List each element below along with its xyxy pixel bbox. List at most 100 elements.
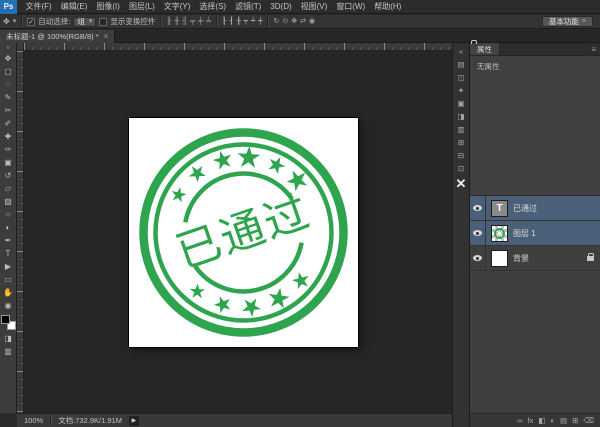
clone-stamp-tool[interactable]: ▣ <box>0 156 16 169</box>
dock-panel-icon-5[interactable]: ◨ <box>453 110 469 123</box>
brush-tool[interactable]: ✑ <box>0 143 16 156</box>
toolbar-collapse-icon[interactable]: » <box>0 44 16 52</box>
menu-filter[interactable]: 滤镜(T) <box>231 0 266 14</box>
layer-row-text[interactable]: T 已通过 <box>470 196 600 221</box>
3d-roll-icon[interactable]: ⊙ <box>282 16 288 28</box>
align-bottom-icon[interactable]: ╧ <box>206 16 211 28</box>
dock-panel-icon-7[interactable]: ⊞ <box>453 136 469 149</box>
divider <box>50 416 52 425</box>
layer-row-image[interactable]: 图层 1 <box>470 221 600 246</box>
new-layer-icon[interactable]: ⊞ <box>572 416 578 425</box>
document-tab-bar: 未标题-1 @ 100%(RGB/8) * × <box>0 30 600 43</box>
document-canvas[interactable]: 已通过 <box>129 118 358 347</box>
zoom-level-field[interactable]: 100% <box>24 416 43 425</box>
align-center-v-icon[interactable]: ╪ <box>198 16 203 28</box>
distribute-top-icon[interactable]: ┯ <box>244 16 248 28</box>
dock-panel-icon-1[interactable]: ▤ <box>453 58 469 71</box>
foreground-color-swatch[interactable] <box>0 315 10 324</box>
align-top-icon[interactable]: ╤ <box>190 16 195 28</box>
text-layer-thumbnail[interactable]: T <box>491 199 508 217</box>
path-selection-tool[interactable]: ▶ <box>0 260 16 273</box>
move-tool[interactable]: ✥ <box>0 52 16 65</box>
menu-image[interactable]: 图像(I) <box>92 0 125 14</box>
dock-panel-icon-3[interactable]: ✦ <box>453 84 469 97</box>
layer-row-background[interactable]: 背景 <box>470 246 600 271</box>
healing-brush-tool[interactable]: ✚ <box>0 130 16 143</box>
show-transform-checkbox[interactable] <box>99 17 108 26</box>
color-swatches[interactable] <box>0 315 16 330</box>
workspace-switcher[interactable]: 基本功能 ≡ <box>541 16 593 27</box>
adjustment-layer-icon[interactable]: ◐ <box>550 416 555 425</box>
dock-panel-icon-4[interactable]: ▣ <box>453 97 469 110</box>
layer-style-icon[interactable]: fx <box>528 416 534 425</box>
distribute-center-icon[interactable]: ╂ <box>237 16 241 28</box>
distribute-left-icon[interactable]: ┠ <box>222 16 226 28</box>
new-group-icon[interactable]: ▤ <box>560 416 567 425</box>
dock-panel-icon-8[interactable]: ⊟ <box>453 149 469 162</box>
marquee-tool[interactable]: ▢ <box>0 65 16 78</box>
workspace-menu-icon: ≡ <box>581 17 586 25</box>
visibility-eye-icon[interactable] <box>473 230 482 236</box>
menu-select[interactable]: 选择(S) <box>195 0 231 14</box>
visibility-eye-icon[interactable] <box>473 255 482 261</box>
menu-help[interactable]: 帮助(H) <box>370 0 406 14</box>
horizontal-ruler[interactable] <box>24 43 452 51</box>
document-tab[interactable]: 未标题-1 @ 100%(RGB/8) * × <box>0 30 116 43</box>
dock-panel-icon-9[interactable]: ⊡ <box>453 162 469 175</box>
dock-panel-icon-6[interactable]: ▥ <box>453 123 469 136</box>
3d-rotate-icon[interactable]: ↻ <box>273 16 279 28</box>
dock-panel-icon-2[interactable]: ◫ <box>453 71 469 84</box>
menu-file[interactable]: 文件(F) <box>21 0 56 14</box>
close-x-icon[interactable]: ✕ <box>453 175 469 193</box>
3d-scale-icon[interactable]: ◉ <box>309 16 315 28</box>
layer-name: 图层 1 <box>513 228 536 238</box>
eraser-tool[interactable]: ▱ <box>0 182 16 195</box>
distribute-middle-icon[interactable]: ┿ <box>258 16 262 28</box>
tool-preset-caret-icon[interactable]: ▾ <box>13 16 17 28</box>
layer-mask-icon[interactable]: ◧ <box>538 416 545 425</box>
align-center-h-icon[interactable]: ╫ <box>174 16 179 28</box>
align-left-icon[interactable]: ╟ <box>166 16 171 28</box>
tab-properties[interactable]: 属性 <box>470 43 500 55</box>
screen-mode-button[interactable]: ▥ <box>0 345 16 358</box>
panel-menu-icon[interactable]: ≡ <box>591 43 596 55</box>
vertical-ruler[interactable] <box>17 51 24 413</box>
image-layer-thumbnail[interactable] <box>491 224 508 242</box>
quick-mask-button[interactable]: ◨ <box>0 332 16 345</box>
menu-3d[interactable]: 3D(D) <box>266 0 296 14</box>
3d-slide-icon[interactable]: ⇄ <box>300 16 306 28</box>
menu-type[interactable]: 文字(Y) <box>159 0 195 14</box>
gradient-tool[interactable]: ▨ <box>0 195 16 208</box>
menu-window[interactable]: 窗口(W) <box>332 0 370 14</box>
menu-view[interactable]: 视图(V) <box>296 0 332 14</box>
quick-selection-tool[interactable]: ✎ <box>0 91 16 104</box>
eyedropper-tool[interactable]: ✐ <box>0 117 16 130</box>
visibility-eye-icon[interactable] <box>473 205 482 211</box>
distribute-right-icon[interactable]: ┨ <box>229 16 233 28</box>
align-right-icon[interactable]: ╢ <box>182 16 187 28</box>
pen-tool[interactable]: ✒ <box>0 234 16 247</box>
type-tool[interactable]: T <box>0 247 16 260</box>
zoom-tool[interactable]: ◉ <box>0 299 16 312</box>
menu-edit[interactable]: 编辑(E) <box>56 0 92 14</box>
3d-drag-icon[interactable]: ✥ <box>291 16 297 28</box>
dodge-tool[interactable]: ◐ <box>0 221 16 234</box>
shape-tool[interactable]: ▭ <box>0 273 16 286</box>
history-brush-tool[interactable]: ↺ <box>0 169 16 182</box>
distribute-bottom-icon[interactable]: ┷ <box>251 16 255 28</box>
lasso-tool[interactable]: ◌ <box>0 78 16 91</box>
hand-tool[interactable]: ✋ <box>0 286 16 299</box>
delete-layer-icon[interactable]: ⌫ <box>583 416 594 425</box>
divider <box>267 16 269 27</box>
status-options-arrow-icon[interactable]: ▶ <box>128 415 139 426</box>
link-layers-icon[interactable]: ∞ <box>517 416 522 425</box>
crop-tool[interactable]: ✂ <box>0 104 16 117</box>
dock-expand-icon[interactable]: « <box>453 45 469 58</box>
background-layer-thumbnail[interactable] <box>491 249 508 267</box>
auto-select-checkbox[interactable]: ✓ <box>27 17 36 26</box>
menu-layer[interactable]: 图层(L) <box>124 0 159 14</box>
right-panel-dock: 属性 ≡ 无属性 图层 通道 路径 ≡ ▼ 类型 ▣ ◐ T <box>470 43 600 427</box>
blur-tool[interactable]: ○ <box>0 208 16 221</box>
auto-select-target-dropdown[interactable]: 组 ▾ <box>73 16 97 27</box>
tab-close-icon[interactable]: × <box>104 32 109 41</box>
